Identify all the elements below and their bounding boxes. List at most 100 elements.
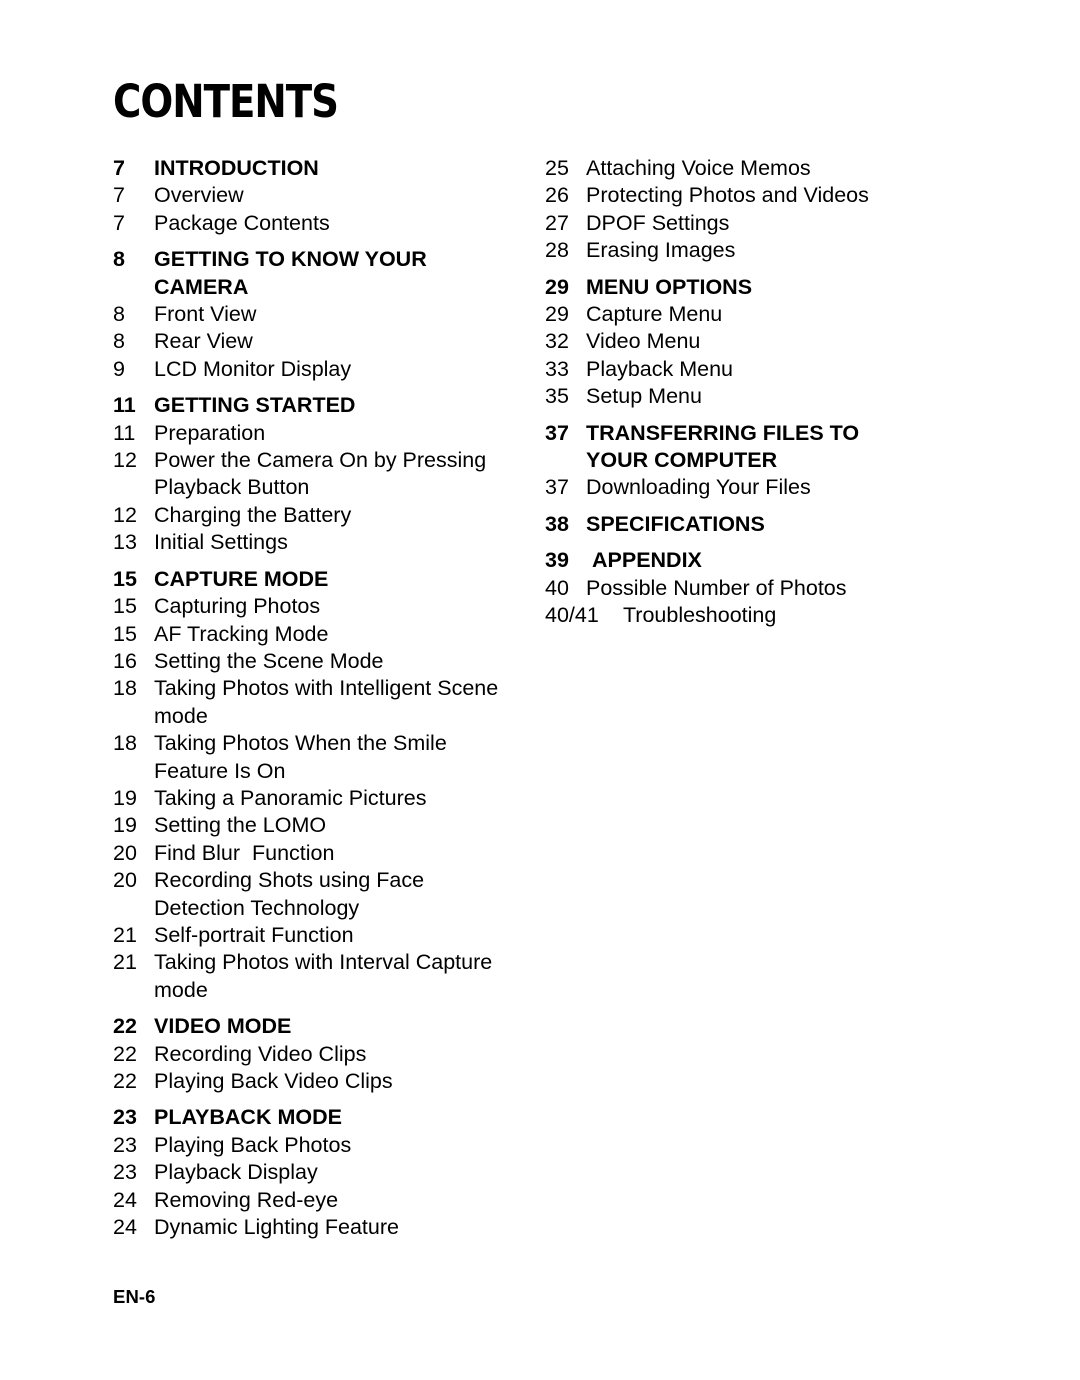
toc-entry-label: Initial Settings: [154, 530, 288, 555]
toc-item-playing-back-photos[interactable]: 23 Playing Back Photos: [113, 1132, 533, 1159]
toc-section-introduction[interactable]: 7 INTRODUCTION: [113, 155, 533, 182]
toc-page-number: 33: [545, 356, 569, 381]
toc-item-playback-menu[interactable]: 33 Playback Menu: [545, 356, 975, 383]
toc-item-self-portrait-function[interactable]: 21 Self-portrait Function: [113, 922, 533, 949]
toc-item-recording-video-clips[interactable]: 22 Recording Video Clips: [113, 1041, 533, 1068]
toc-item-capture-menu[interactable]: 29 Capture Menu: [545, 301, 975, 328]
toc-entry-label: Taking Photos with Interval Capture mode: [154, 950, 493, 1002]
toc-entry-label: GETTING STARTED: [154, 393, 356, 418]
toc-entry-label: Erasing Images: [586, 238, 736, 263]
toc-item-lcd-monitor-display[interactable]: 9 LCD Monitor Display: [113, 356, 533, 383]
toc-entry-label: CAPTURE MODE: [154, 566, 329, 591]
toc-item-preparation[interactable]: 11 Preparation: [113, 420, 533, 447]
toc-page-number: 24: [113, 1187, 137, 1212]
toc-section-appendix[interactable]: 39 APPENDIX: [545, 547, 975, 574]
toc-item-playing-back-video-clips[interactable]: 22 Playing Back Video Clips: [113, 1068, 533, 1095]
toc-item-setup-menu[interactable]: 35 Setup Menu: [545, 383, 975, 410]
toc-item-erasing-images[interactable]: 28 Erasing Images: [545, 237, 975, 264]
toc-item-setting-the-lomo[interactable]: 19 Setting the LOMO: [113, 812, 533, 839]
toc-item-taking-photos-with-interval-capture-mode[interactable]: 21 Taking Photos with Interval Capture mo…: [113, 949, 533, 1004]
toc-entry-label: Possible Number of Photos: [586, 575, 847, 600]
toc-item-video-menu[interactable]: 32 Video Menu: [545, 328, 975, 355]
toc-item-playback-display[interactable]: 23 Playback Display: [113, 1159, 533, 1186]
toc-item-front-view[interactable]: 8 Front View: [113, 301, 533, 328]
toc-item-dynamic-lighting-feature[interactable]: 24 Dynamic Lighting Feature: [113, 1214, 533, 1241]
page-title: CONTENTS: [113, 75, 339, 128]
toc-item-attaching-voice-memos[interactable]: 25 Attaching Voice Memos: [545, 155, 975, 182]
toc-section-playback-mode[interactable]: 23 PLAYBACK MODE: [113, 1104, 533, 1131]
toc-page-number: 12: [113, 448, 137, 473]
toc-page-number: 29: [545, 302, 569, 327]
toc-item-dpof-settings[interactable]: 27 DPOF Settings: [545, 210, 975, 237]
toc-entry-label: Playing Back Photos: [154, 1132, 352, 1157]
toc-entry-label: VIDEO MODE: [154, 1014, 292, 1039]
toc-item-recording-shots-using-face-detection-tec[interactable]: 20 Recording Shots using Face Detection T…: [113, 867, 533, 922]
toc-entry-label: Front View: [154, 302, 257, 327]
toc-item-rear-view[interactable]: 8 Rear View: [113, 328, 533, 355]
toc-section-transferring-files-to-your-computer[interactable]: 37 TRANSFERRING FILES TO YOUR COMPUTER: [545, 420, 975, 475]
toc-page-number: 13: [113, 530, 137, 555]
toc-entry-label: Taking Photos When the Smile Feature Is …: [154, 731, 447, 783]
toc-column-left: 7 INTRODUCTION 7 Overview 7 Package Contents 8…: [113, 155, 533, 1241]
toc-entry-label: INTRODUCTION: [154, 156, 319, 180]
toc-entry-label: Preparation: [154, 420, 266, 445]
toc-item-protecting-photos-and-videos[interactable]: 26 Protecting Photos and Videos: [545, 182, 975, 209]
toc-page-number: 38: [545, 511, 569, 536]
toc-page-number: 11: [113, 420, 136, 445]
toc-page-number: 9: [113, 356, 125, 381]
toc-page-number: 37: [545, 420, 569, 445]
toc-entry-label: Playing Back Video Clips: [154, 1069, 393, 1093]
toc-page-number: 23: [113, 1132, 137, 1157]
toc-entry-label: Setting the LOMO: [154, 813, 327, 838]
toc-page-number: 28: [545, 238, 569, 263]
toc-section-specifications[interactable]: 38 SPECIFICATIONS: [545, 511, 975, 538]
toc-page-number: 25: [545, 156, 569, 180]
toc-item-taking-photos-when-the-smile-feature-is-[interactable]: 18 Taking Photos When the Smile Feature I…: [113, 730, 533, 785]
toc-entry-label: Recording Video Clips: [154, 1041, 367, 1066]
toc-item-initial-settings[interactable]: 13 Initial Settings: [113, 529, 533, 556]
toc-page-number: 11: [113, 393, 136, 418]
toc-section-getting-started[interactable]: 11 GETTING STARTED: [113, 392, 533, 419]
toc-item-find-blur-function[interactable]: 20 Find Blur Function: [113, 840, 533, 867]
toc-page-number: 40/41: [545, 603, 599, 628]
toc-page-number: 15: [113, 621, 137, 646]
toc-page-number: 12: [113, 502, 137, 527]
toc-item-taking-a-panoramic-pictures[interactable]: 19 Taking a Panoramic Pictures: [113, 785, 533, 812]
toc-entry-label: GETTING TO KNOW YOUR CAMERA: [154, 247, 427, 299]
toc-entry-label: LCD Monitor Display: [154, 356, 352, 381]
toc-entry-label: Taking a Panoramic Pictures: [154, 785, 427, 810]
toc-page-number: 7: [113, 210, 125, 235]
toc-entry-label: Removing Red-eye: [154, 1187, 339, 1212]
toc-section-video-mode[interactable]: 22 VIDEO MODE: [113, 1013, 533, 1040]
toc-page-number: 8: [113, 302, 125, 327]
toc-item-taking-photos-with-intelligent-scene-mod[interactable]: 18 Taking Photos with Intelligent Scene m…: [113, 675, 533, 730]
toc-item-power-the-camera-on-by-pressing-playback[interactable]: 12 Power the Camera On by Pressing Playba…: [113, 447, 533, 502]
toc-entry-label: Find Blur Function: [154, 840, 335, 865]
toc-entry-label: Overview: [154, 183, 244, 208]
toc-page-number: 22: [113, 1014, 137, 1039]
toc-item-downloading-your-files[interactable]: 37 Downloading Your Files: [545, 474, 975, 501]
toc-item-possible-number-of-photos[interactable]: 40 Possible Number of Photos: [545, 575, 975, 602]
toc-page-number: 32: [545, 329, 569, 354]
toc-page-number: 26: [545, 183, 569, 208]
toc-entry-label: Downloading Your Files: [586, 475, 811, 500]
toc-page-number: 23: [113, 1105, 137, 1130]
toc-column-right: 25 Attaching Voice Memos 26 Protecting Phot…: [545, 155, 975, 630]
toc-item-removing-red-eye[interactable]: 24 Removing Red-eye: [113, 1187, 533, 1214]
toc-page-number: 18: [113, 676, 137, 701]
footer-page-number: EN-6: [113, 1286, 156, 1307]
toc-entry-label: Attaching Voice Memos: [586, 156, 811, 180]
toc-item-capturing-photos[interactable]: 15 Capturing Photos: [113, 593, 533, 620]
toc-item-troubleshooting[interactable]: 40/41 Troubleshooting: [545, 602, 975, 629]
toc-section-getting-to-know-your-camera[interactable]: 8 GETTING TO KNOW YOUR CAMERA: [113, 246, 533, 301]
toc-entry-label: PLAYBACK MODE: [154, 1105, 342, 1130]
toc-section-menu-options[interactable]: 29 MENU OPTIONS: [545, 274, 975, 301]
toc-entry-label: Capturing Photos: [154, 594, 321, 619]
toc-page-number: 20: [113, 868, 137, 893]
toc-item-package-contents[interactable]: 7 Package Contents: [113, 210, 533, 237]
toc-item-setting-the-scene-mode[interactable]: 16 Setting the Scene Mode: [113, 648, 533, 675]
toc-item-af-tracking-mode[interactable]: 15 AF Tracking Mode: [113, 621, 533, 648]
toc-item-overview[interactable]: 7 Overview: [113, 182, 533, 209]
toc-item-charging-the-battery[interactable]: 12 Charging the Battery: [113, 502, 533, 529]
toc-section-capture-mode[interactable]: 15 CAPTURE MODE: [113, 566, 533, 593]
